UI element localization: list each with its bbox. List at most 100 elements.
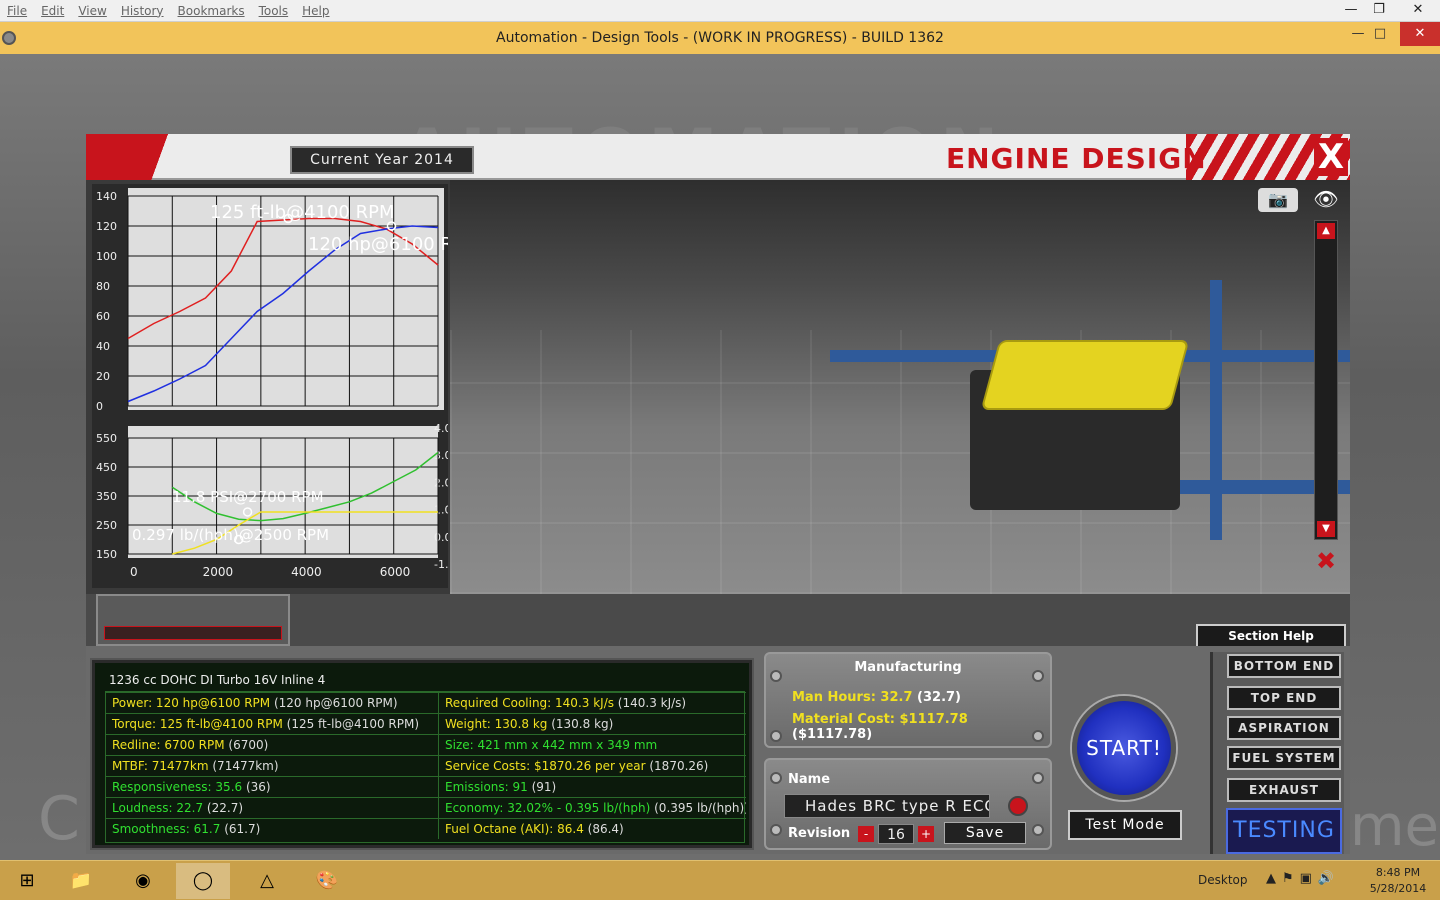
close-icon[interactable]: ✕ [1396, 0, 1440, 22]
panel-header: Current Year 2014 ENGINE DESIGN X [86, 134, 1350, 180]
background-text-left: CO [38, 784, 85, 860]
y-tick-label: 250 [96, 519, 117, 532]
revision-label: Revision [788, 826, 851, 841]
vlc-icon[interactable]: △ [240, 863, 294, 899]
section-help-button[interactable]: Section Help [1196, 624, 1346, 648]
menu-bookmarks[interactable]: Bookmarks [171, 4, 252, 18]
menu-file[interactable]: File [0, 4, 34, 18]
test-mode-button[interactable]: Test Mode [1068, 810, 1182, 840]
app-title-bar: Automation - Design Tools - (WORK IN PRO… [0, 22, 1440, 54]
name-label: Name [788, 772, 831, 787]
y-tick-label: 40 [96, 340, 110, 353]
stat-cell: Emissions: 91 (91) [439, 776, 746, 797]
tab-top-end[interactable]: TOP END [1227, 686, 1341, 710]
stat-value: Responsiveness: 35.6 [112, 780, 243, 794]
stat-value: Power: 120 hp@6100 RPM [112, 696, 271, 710]
bolt-icon [1032, 824, 1044, 836]
stat-previous: (0.395 lb/(hph)) [650, 801, 746, 815]
engine-summary: 1236 cc DOHC DI Turbo 16V Inline 4 [109, 673, 326, 687]
charts-svg: 140 120 100 80 60 40 20 0 125 ft-lb@4100 RPM 120 … [96, 188, 448, 579]
menu-bar: File Edit View History Bookmarks Tools H… [0, 0, 1440, 22]
chevron-down-icon[interactable]: ▼ [1317, 521, 1335, 537]
menu-view[interactable]: View [71, 4, 113, 18]
bolt-icon [1032, 772, 1044, 784]
y2-tick-label: 0.0 [434, 531, 448, 544]
chevron-up-icon[interactable]: ▲ [1317, 223, 1335, 239]
reset-view-icon[interactable]: ✖ [1308, 546, 1344, 576]
file-explorer-icon[interactable]: 📁 [54, 863, 108, 899]
bolt-icon [770, 824, 782, 836]
stats-table: Power: 120 hp@6100 RPM (120 hp@6100 RPM)… [105, 691, 746, 843]
revision-minus-button[interactable]: - [858, 826, 874, 842]
save-button[interactable]: Save [944, 822, 1026, 844]
windows-start-icon[interactable]: ⊞ [0, 863, 54, 899]
stat-cell: Service Costs: $1870.26 per year (1870.2… [439, 755, 746, 776]
engine-stats-panel: 1236 cc DOHC DI Turbo 16V Inline 4 Power… [92, 660, 752, 848]
tab-testing[interactable]: TESTING [1226, 808, 1342, 854]
stat-cell: Torque: 125 ft-lb@4100 RPM (125 ft-lb@41… [106, 713, 439, 734]
manufacturing-panel: Manufacturing Man Hours: 32.7 (32.7) Mat… [764, 652, 1052, 748]
y2-tick-label: 2.0 [434, 476, 448, 489]
tab-exhaust[interactable]: EXHAUST [1227, 778, 1341, 802]
app-close-icon[interactable]: ✕ [1400, 22, 1440, 46]
dyno-frame-post [1210, 280, 1222, 540]
stat-value: Service Costs: $1870.26 per year [445, 759, 646, 773]
engine-3d-viewport[interactable] [450, 180, 1350, 594]
revision-value: 16 [878, 824, 914, 844]
power-annotation: 120 hp@6100 RPM [308, 234, 448, 255]
clock[interactable]: 8:48 PM 5/28/2014 [1360, 865, 1436, 897]
stat-previous: (120 hp@6100 RPM) [270, 696, 398, 710]
menu-help[interactable]: Help [295, 4, 336, 18]
system-tray[interactable]: ▲⚑▣🔊 [1266, 871, 1340, 886]
tab-fuel-system[interactable]: FUEL SYSTEM [1227, 746, 1341, 770]
stat-cell: Loudness: 22.7 (22.7) [106, 797, 439, 818]
close-panel-button[interactable]: X [1314, 138, 1348, 176]
mini-slider-panel [96, 594, 290, 646]
stat-value: Torque: 125 ft-lb@4100 RPM [112, 717, 283, 731]
material-cost: Material Cost: $1117.78 ($1117.78) [792, 712, 968, 742]
y-tick-label: 20 [96, 370, 110, 383]
paint-icon[interactable]: 🎨 [300, 863, 354, 899]
stat-previous: (36) [242, 780, 271, 794]
eye-icon[interactable]: 👁 [1304, 188, 1348, 212]
stat-previous: (130.8 kg) [547, 717, 614, 731]
stat-cell: Weight: 130.8 kg (130.8 kg) [439, 713, 746, 734]
automation-game-icon[interactable]: ◯ [176, 863, 230, 899]
y-tick-label: 120 [96, 220, 117, 233]
menu-tools[interactable]: Tools [252, 4, 296, 18]
start-button[interactable]: START! [1072, 696, 1176, 800]
stat-cell: Required Cooling: 140.3 kJ/s (140.3 kJ/s… [439, 692, 746, 713]
clock-date: 5/28/2014 [1369, 882, 1427, 895]
stat-previous: (1870.26) [645, 759, 709, 773]
stat-previous: (125 ft-lb@4100 RPM) [282, 717, 420, 731]
restore-icon[interactable]: ❐ [1362, 0, 1396, 22]
tab-bottom-end[interactable]: BOTTOM END [1227, 654, 1341, 678]
stat-cell: Smoothness: 61.7 (61.7) [106, 818, 439, 839]
zoom-scrollbar[interactable]: ▲ ▼ [1314, 220, 1338, 540]
y-tick-label: 350 [96, 490, 117, 503]
background-text-right: me [1350, 794, 1440, 859]
stat-cell: Power: 120 hp@6100 RPM (120 hp@6100 RPM) [106, 692, 439, 713]
y2-tick-label: 1.0 [434, 504, 448, 517]
engine-name-input[interactable] [784, 794, 990, 818]
camera-icon[interactable]: 📷 [1258, 188, 1298, 212]
stat-previous: (71477km) [208, 759, 279, 773]
app-restore-icon[interactable]: □ [1366, 26, 1394, 46]
randomize-name-icon[interactable] [1008, 796, 1028, 816]
stat-value: Smoothness: 61.7 [112, 822, 221, 836]
tab-aspiration[interactable]: ASPIRATION [1227, 716, 1341, 740]
menu-history[interactable]: History [114, 4, 171, 18]
y-tick-label: 450 [96, 461, 117, 474]
stat-cell: MTBF: 71477km (71477km) [106, 755, 439, 776]
revision-plus-button[interactable]: + [918, 826, 934, 842]
engine-design-panel: Current Year 2014 ENGINE DESIGN X 📷 👁 ▲ … [86, 134, 1350, 594]
y2-tick-label: 4.0 [434, 422, 448, 435]
menu-edit[interactable]: Edit [34, 4, 71, 18]
firefox-icon[interactable]: ◉ [116, 863, 170, 899]
economy-annotation: 0.297 lb/(hph)@2500 RPM [132, 526, 329, 544]
desktop-toolbar[interactable]: Desktop [1198, 873, 1248, 887]
window-title: Automation - Design Tools - (WORK IN PRO… [496, 30, 944, 46]
y2-tick-label: -1.0 [434, 558, 448, 571]
mini-slider[interactable] [104, 626, 282, 640]
engine-valve-cover [980, 340, 1190, 410]
